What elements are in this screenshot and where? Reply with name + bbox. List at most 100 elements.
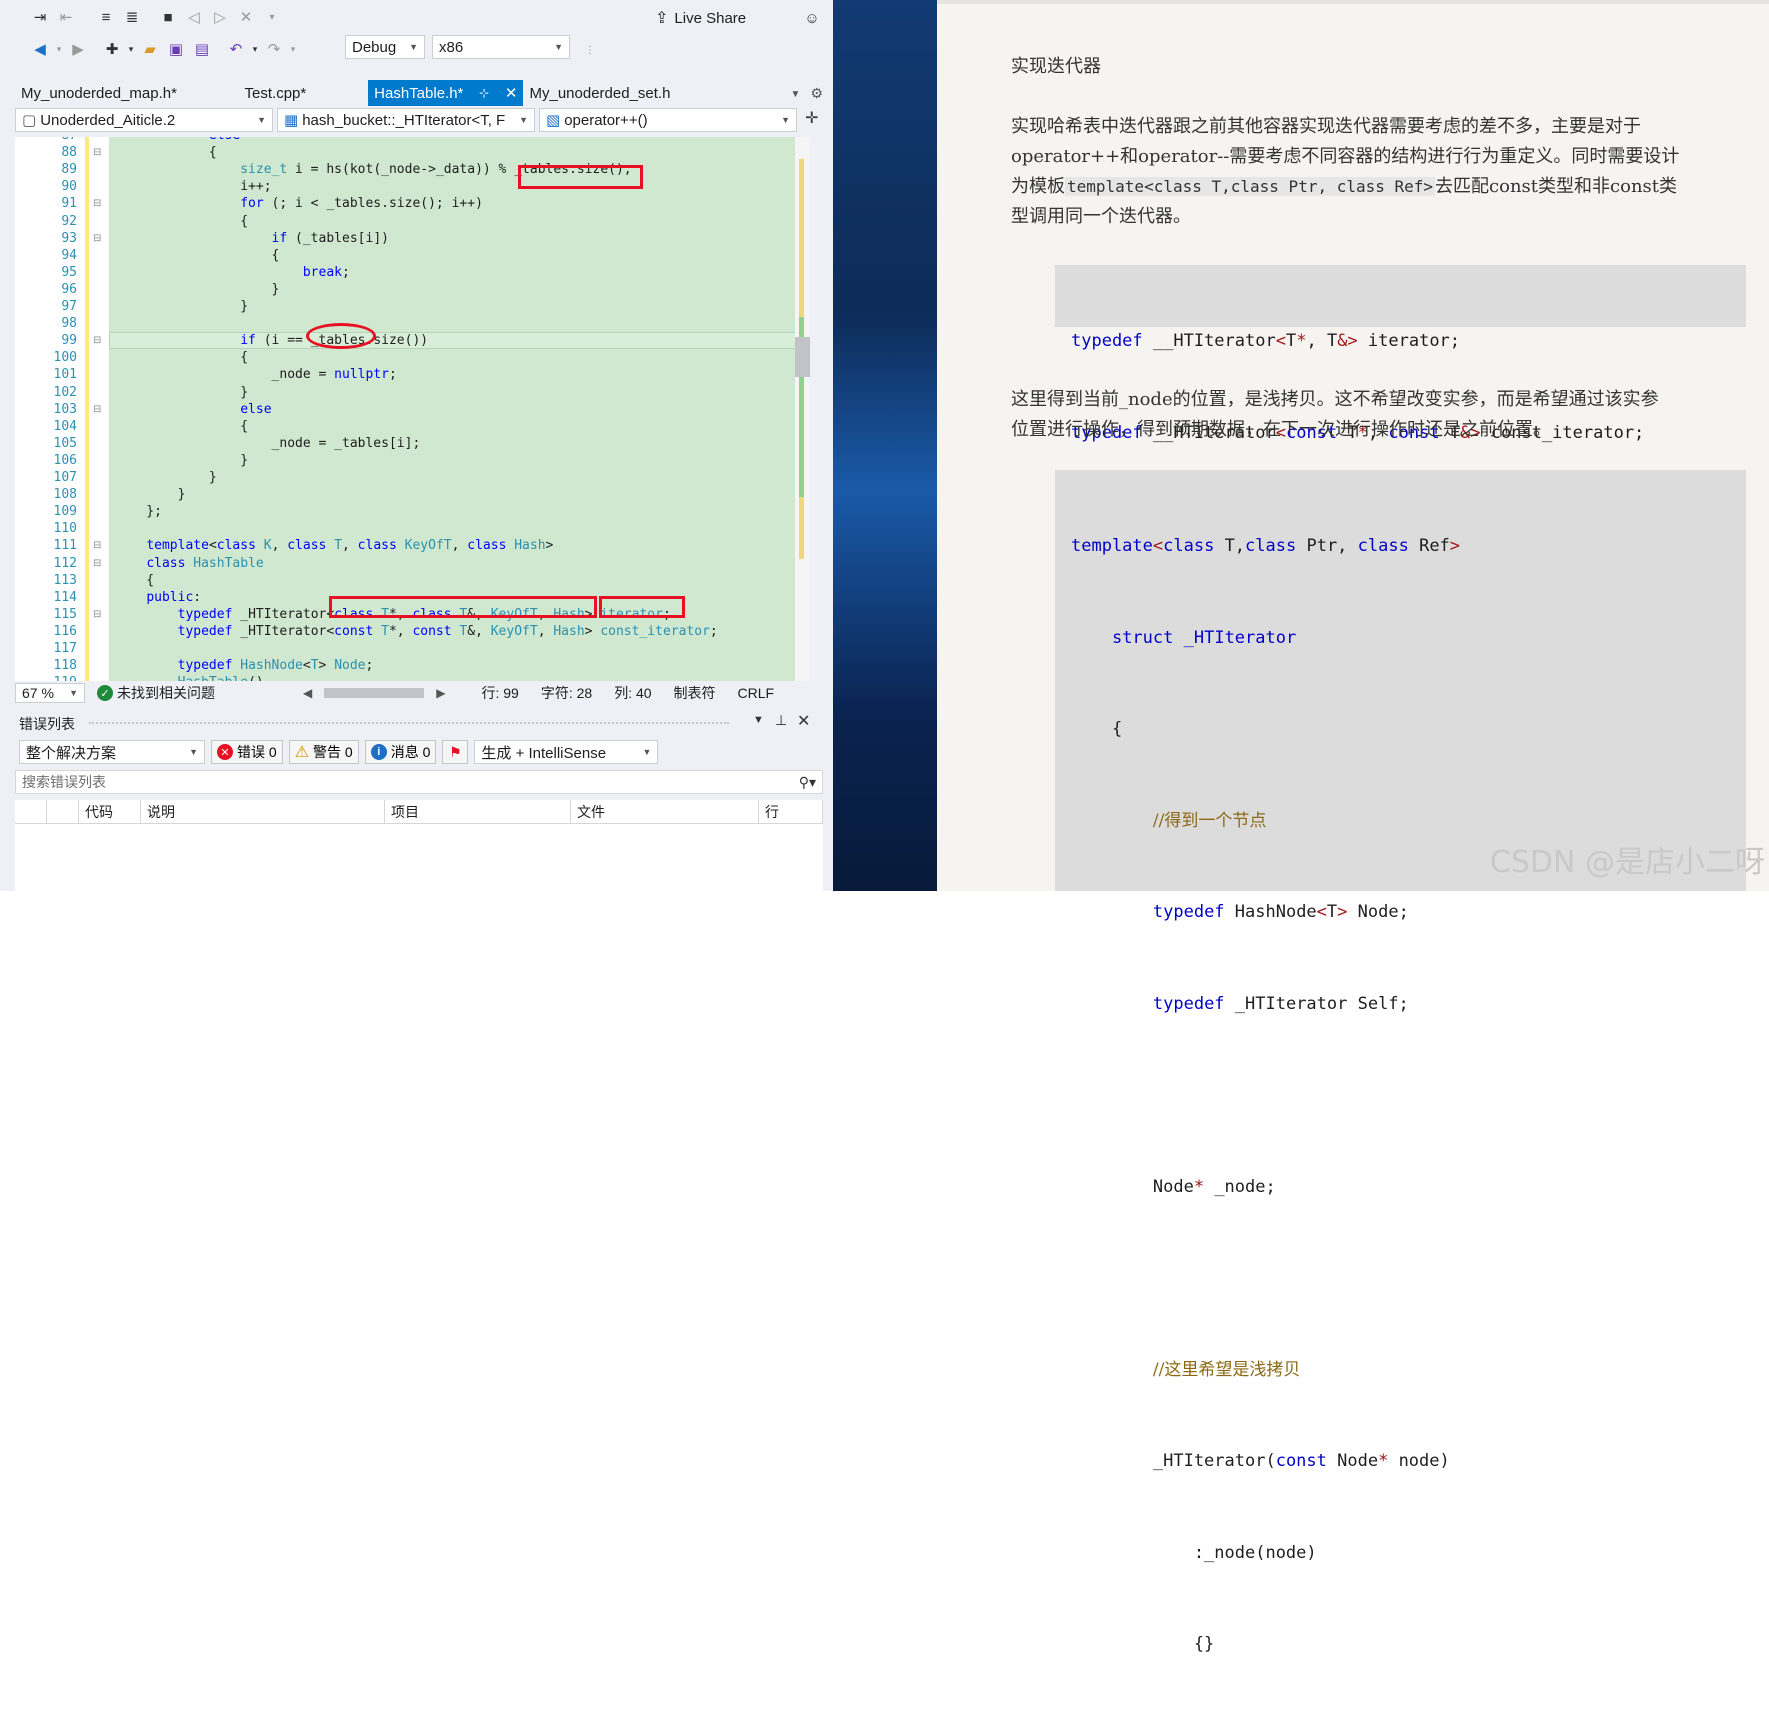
split-editor-icon[interactable]: ✛: [805, 108, 818, 134]
redo-icon[interactable]: ↷: [262, 37, 286, 61]
collapse-icon[interactable]: ⊟: [93, 195, 101, 212]
collapse-icon[interactable]: ⊟: [93, 606, 101, 623]
comment-icon[interactable]: ≡: [94, 5, 118, 29]
column-header-project[interactable]: 项目: [385, 800, 571, 824]
code-editor[interactable]: 87 else88 {89 size_t i = hs(kot(_node->_…: [15, 137, 810, 681]
solution-scope-select[interactable]: 整个解决方案 ▼: [19, 740, 205, 764]
messages-filter-button[interactable]: i 消息 0: [364, 740, 437, 764]
code-line[interactable]: _node = nullptr;: [115, 366, 397, 383]
bookmark-icon[interactable]: ■: [156, 5, 180, 29]
project-select[interactable]: ▢ Unoderded_Aiticle.2 ▼: [15, 108, 273, 132]
tab-list-dropdown-icon[interactable]: ▼: [791, 89, 801, 100]
code-line[interactable]: i++;: [115, 178, 271, 195]
close-icon[interactable]: ✕: [505, 84, 518, 102]
scrollbar-thumb[interactable]: [795, 337, 810, 377]
column-header-blank[interactable]: [15, 800, 47, 824]
column-header-code[interactable]: 代码: [79, 800, 141, 824]
redo-dropdown-icon[interactable]: ▾: [288, 37, 298, 61]
back-dropdown-icon[interactable]: ▾: [54, 37, 64, 61]
pin-icon[interactable]: ⊹: [479, 86, 489, 100]
forward-icon[interactable]: ▶: [66, 37, 90, 61]
build-source-select[interactable]: 生成 + IntelliSense ▼: [474, 740, 659, 764]
column-header-type[interactable]: [47, 800, 79, 824]
code-line[interactable]: else: [115, 401, 271, 418]
format-icon[interactable]: ⇥: [28, 5, 52, 29]
code-line[interactable]: }: [115, 298, 248, 315]
code-line[interactable]: if (i == _tables.size()): [115, 332, 428, 349]
code-line[interactable]: {: [115, 213, 248, 230]
clear-bookmarks-icon[interactable]: ✕: [234, 5, 258, 29]
tab-test-cpp[interactable]: Test.cpp*: [239, 80, 369, 106]
scope-select[interactable]: ▦ hash_bucket::_HTIterator<T, F ▼: [277, 108, 535, 132]
pin-icon[interactable]: ⊥: [775, 712, 787, 729]
issues-indicator[interactable]: ✓ 未找到相关问题: [97, 683, 215, 703]
code-line[interactable]: }: [115, 281, 280, 298]
code-line[interactable]: if (_tables[i]): [115, 230, 389, 247]
scroll-right-icon[interactable]: ▶: [436, 686, 445, 700]
code-line[interactable]: class HashTable: [115, 555, 263, 572]
code-line[interactable]: {: [115, 144, 217, 161]
collapse-icon[interactable]: ⊟: [93, 144, 101, 161]
code-line[interactable]: else: [115, 137, 240, 144]
code-line[interactable]: template<class K, class T, class KeyOfT,…: [115, 537, 553, 554]
panel-dropdown-icon[interactable]: ▼: [753, 714, 764, 726]
error-search-input[interactable]: 搜索错误列表 ⚲▾: [15, 770, 823, 794]
code-line[interactable]: public:: [115, 589, 201, 606]
code-line[interactable]: }: [115, 469, 217, 486]
horizontal-scrollbar-thumb[interactable]: [324, 688, 425, 698]
save-icon[interactable]: ▣: [164, 37, 188, 61]
scroll-left-icon[interactable]: ◀: [303, 686, 312, 700]
unindent-icon[interactable]: ⇤: [54, 5, 78, 29]
new-item-icon[interactable]: ✚: [100, 37, 124, 61]
collapse-icon[interactable]: ⊟: [93, 555, 101, 572]
code-line[interactable]: HashTable(): [115, 674, 264, 681]
feedback-icon[interactable]: ☺: [800, 6, 824, 30]
configuration-select[interactable]: Debug ▼: [345, 35, 425, 59]
search-icon[interactable]: ⚲▾: [799, 774, 816, 791]
tab-my-unoderded-map[interactable]: My_unoderded_map.h*: [15, 80, 239, 106]
close-icon[interactable]: ✕: [797, 711, 810, 731]
member-select[interactable]: ▧ operator++() ▼: [539, 108, 797, 132]
errors-filter-button[interactable]: ✕ 错误 0: [211, 740, 283, 764]
code-line[interactable]: }: [115, 486, 186, 503]
live-share-button[interactable]: ⇪ Live Share: [655, 6, 746, 30]
panel-grip[interactable]: [89, 722, 729, 724]
code-line[interactable]: }: [115, 384, 248, 401]
settings-gear-icon[interactable]: ⚙: [810, 85, 823, 102]
new-item-dropdown-icon[interactable]: ▾: [126, 37, 136, 61]
vertical-scrollbar[interactable]: [795, 137, 810, 681]
line-ending-indicator[interactable]: CRLF: [738, 685, 775, 701]
collapse-icon[interactable]: ⊟: [93, 401, 101, 418]
code-line[interactable]: {: [115, 418, 248, 435]
code-line[interactable]: _node = _tables[i];: [115, 435, 421, 452]
code-line[interactable]: {: [115, 349, 248, 366]
collapse-icon[interactable]: ⊟: [93, 537, 101, 554]
code-line[interactable]: };: [115, 503, 162, 520]
next-bookmark-icon[interactable]: ▷: [208, 5, 232, 29]
code-line[interactable]: typedef _HTIterator<const T*, const T&, …: [115, 623, 718, 640]
save-all-icon[interactable]: ▤: [190, 37, 214, 61]
code-line[interactable]: break;: [115, 264, 350, 281]
code-line[interactable]: }: [115, 452, 248, 469]
collapse-icon[interactable]: ⊟: [93, 332, 101, 349]
open-file-icon[interactable]: ▰: [138, 37, 162, 61]
tab-hashtable[interactable]: HashTable.h* ⊹ ✕: [368, 80, 524, 106]
collapse-icon[interactable]: ⊟: [93, 230, 101, 247]
code-line[interactable]: {: [115, 247, 280, 264]
column-header-description[interactable]: 说明: [141, 800, 385, 824]
toolbar-grip-icon[interactable]: ⋮: [578, 38, 602, 62]
back-icon[interactable]: ◀: [28, 37, 52, 61]
code-line[interactable]: for (; i < _tables.size(); i++): [115, 195, 483, 212]
code-line[interactable]: typedef HashNode<T> Node;: [115, 657, 374, 674]
overflow-icon[interactable]: ▾: [260, 5, 284, 29]
tab-my-unoderded-set[interactable]: My_unoderded_set.h: [523, 80, 790, 106]
column-header-line[interactable]: 行: [759, 800, 823, 824]
undo-icon[interactable]: ↶: [224, 37, 248, 61]
uncomment-icon[interactable]: ≣: [120, 5, 144, 29]
indent-mode-indicator[interactable]: 制表符: [674, 683, 716, 703]
code-line[interactable]: {: [115, 572, 154, 589]
undo-dropdown-icon[interactable]: ▾: [250, 37, 260, 61]
zoom-select[interactable]: 67 % ▼: [15, 683, 85, 703]
platform-select[interactable]: x86 ▼: [432, 35, 570, 59]
column-header-file[interactable]: 文件: [571, 800, 759, 824]
